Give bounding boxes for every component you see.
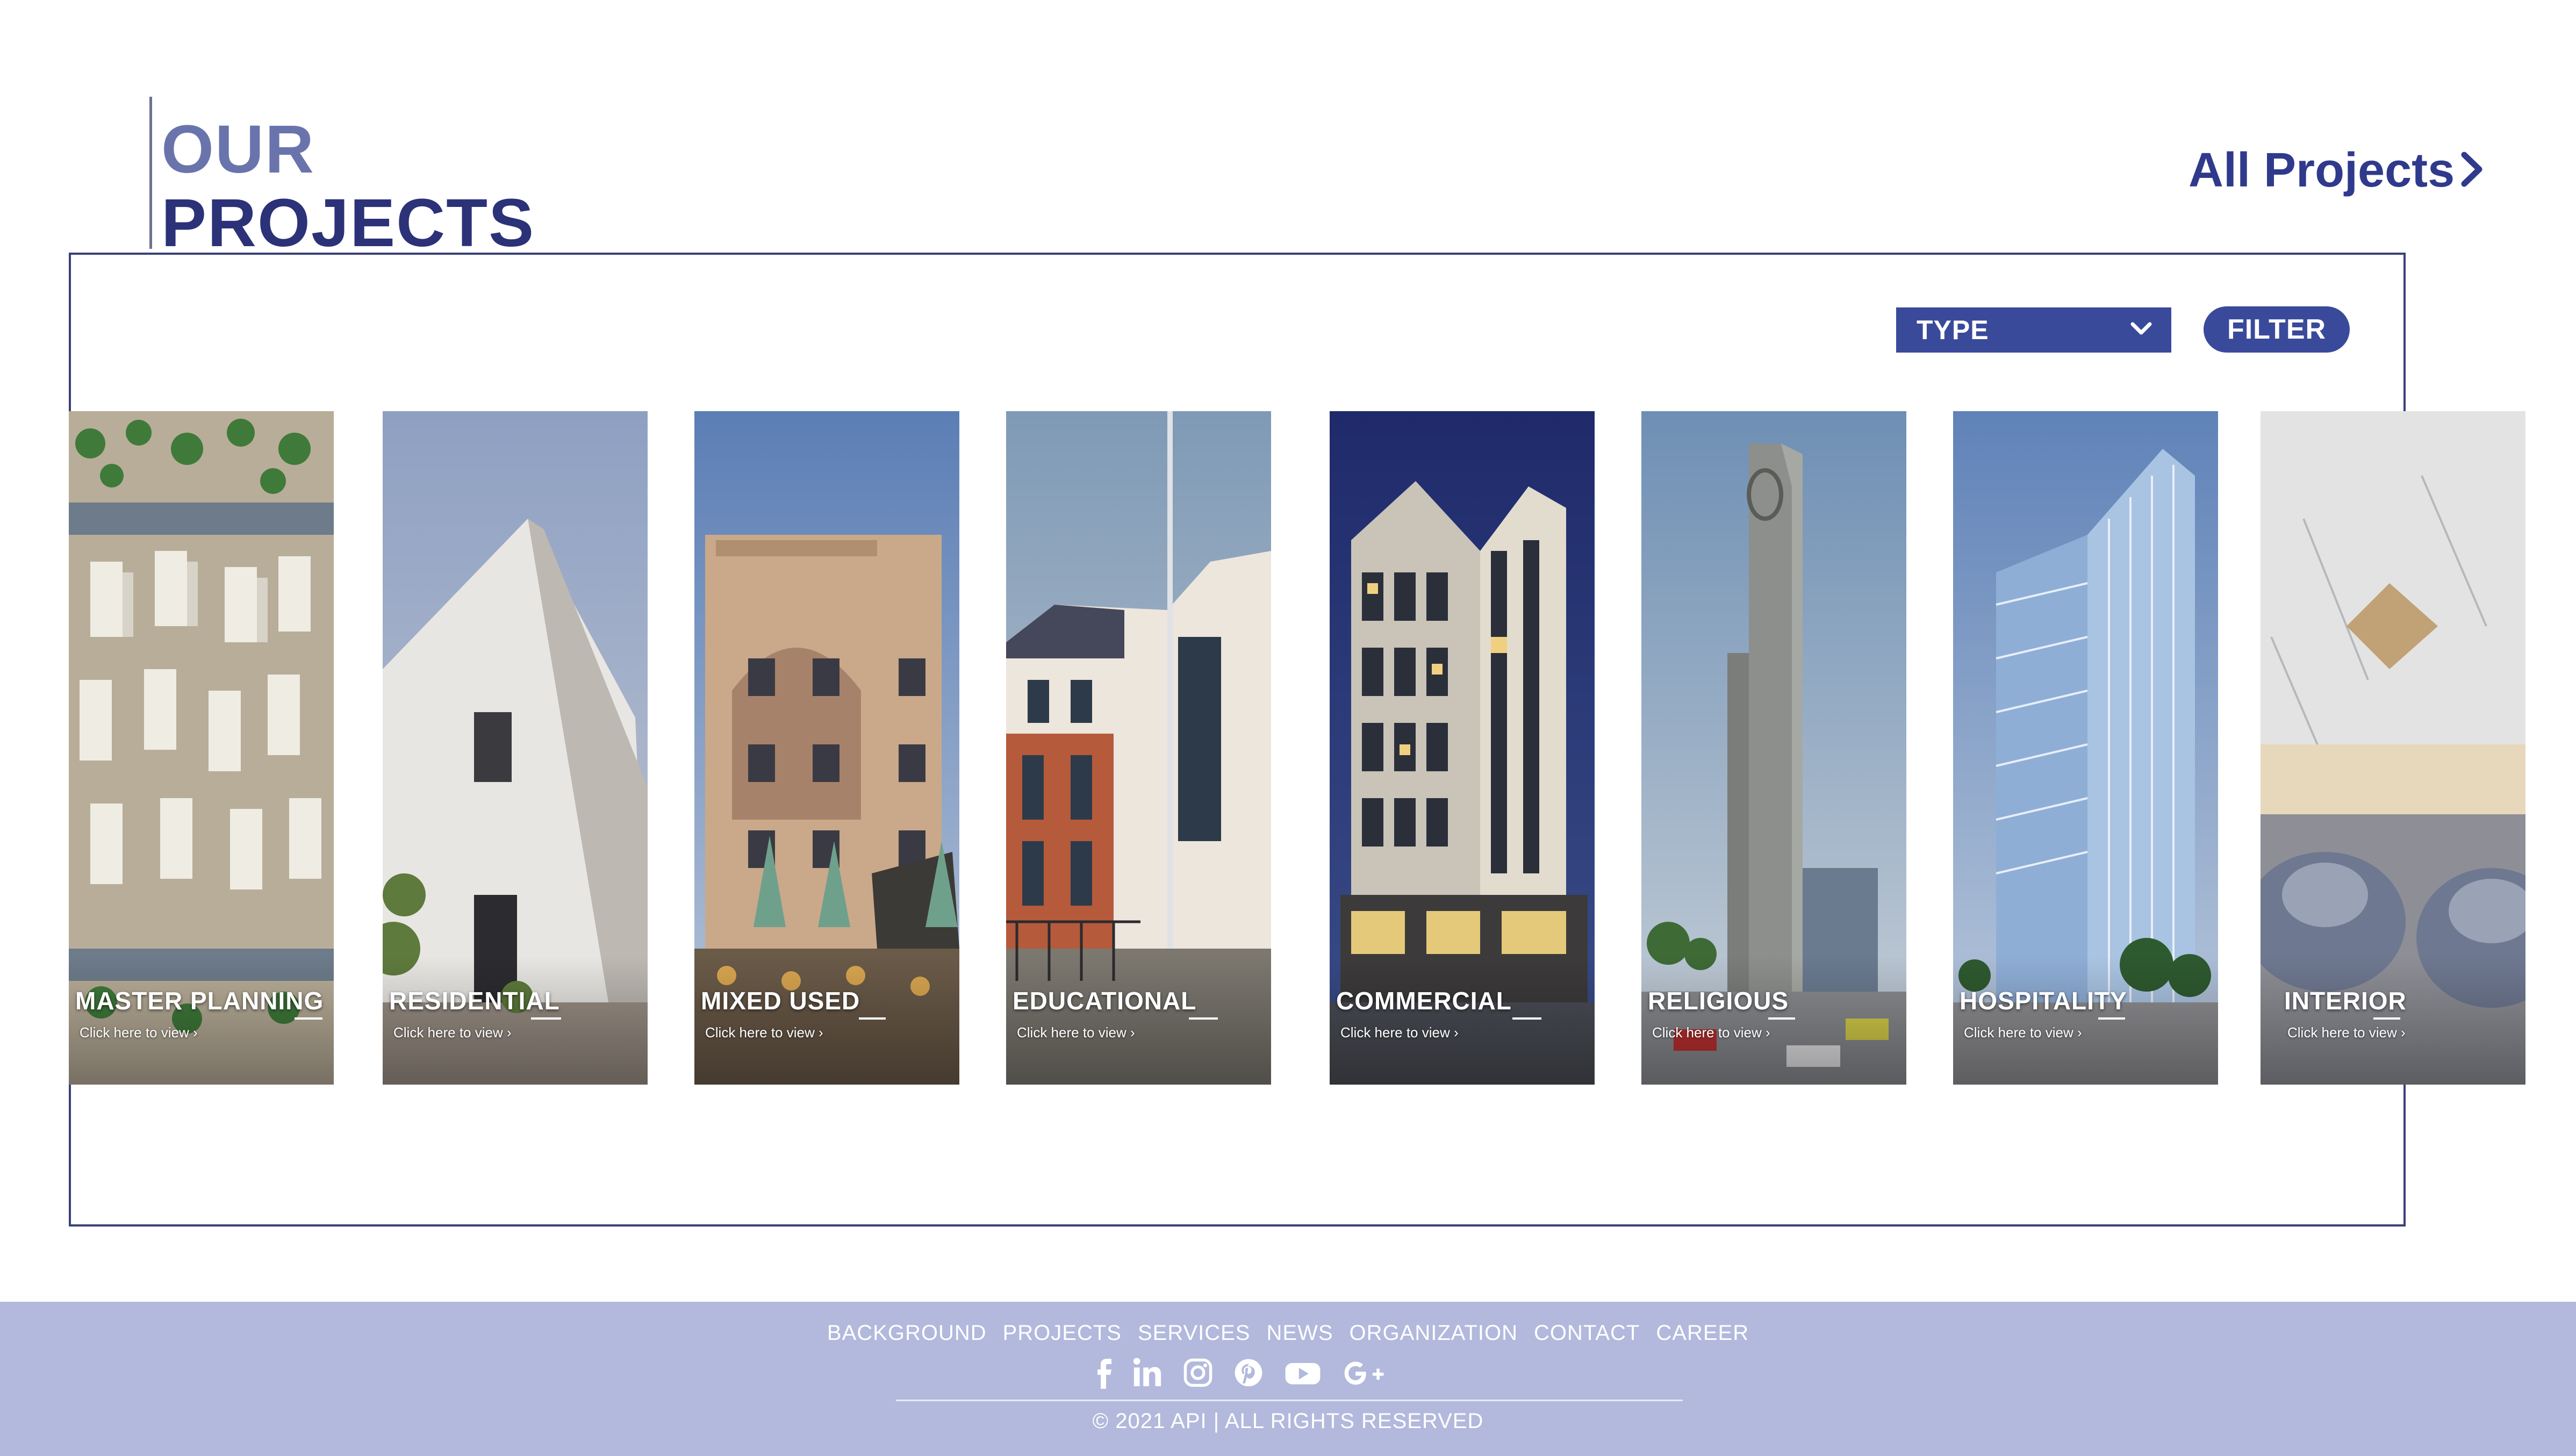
card-title-underline [859,1017,886,1020]
chevron-right-icon: › [189,1024,198,1041]
project-card-master-planning[interactable]: MASTER PLANNING Click here to view › [69,411,334,1085]
project-card-religious[interactable]: RELIGIOUS Click here to view › [1641,411,1906,1085]
chevron-right-icon: › [1450,1024,1459,1041]
filter-button[interactable]: FILTER [2204,306,2350,353]
project-card-mixed-used[interactable]: MIXED USED Click here to view › [694,411,959,1085]
project-card-residential[interactable]: RESIDENTIAL Click here to view › [383,411,648,1085]
footer-link-career[interactable]: CAREER [1656,1321,1749,1345]
card-title-underline [1189,1017,1218,1020]
project-card-hospitality[interactable]: HOSPITALITY Click here to view › [1953,411,2218,1085]
copyright-text: © 2021 API | ALL RIGHTS RESERVED [1092,1409,1484,1433]
card-title: COMMERCIAL [1336,987,1512,1015]
card-caption-shade [1641,956,1906,1085]
chevron-down-icon [2130,322,2152,339]
chevron-right-icon [2460,150,2484,191]
footer-link-contact[interactable]: CONTACT [1534,1321,1640,1345]
card-caption-shade [1953,956,2218,1085]
google-plus-icon[interactable] [1341,1355,1387,1390]
card-title-underline [2098,1017,2125,1020]
footer-link-projects[interactable]: PROJECTS [1003,1321,1122,1345]
card-link[interactable]: Click here to view › [2287,1024,2406,1041]
card-title: RELIGIOUS [1648,987,1789,1015]
card-caption-shade [1006,956,1271,1085]
social-links [1096,1355,1387,1390]
youtube-icon[interactable] [1283,1355,1322,1390]
footer-link-organization[interactable]: ORGANIZATION [1350,1321,1518,1345]
card-title-underline [531,1017,561,1020]
card-caption-shade [1330,956,1595,1085]
pinterest-icon[interactable] [1233,1355,1264,1390]
linkedin-icon[interactable] [1132,1355,1163,1390]
chevron-right-icon: › [1761,1024,1770,1041]
footer-link-news[interactable]: NEWS [1267,1321,1333,1345]
card-title: RESIDENTIAL [389,987,560,1015]
chevron-right-icon: › [2396,1024,2406,1041]
project-card-educational[interactable]: EDUCATIONAL Click here to view › [1006,411,1271,1085]
card-caption-shade [69,956,334,1085]
card-title: MIXED USED [701,987,860,1015]
card-title: MASTER PLANNING [75,987,324,1015]
footer-link-services[interactable]: SERVICES [1138,1321,1251,1345]
footer-link-background[interactable]: BACKGROUND [827,1321,987,1345]
page-title-line2: PROJECTS [161,185,535,261]
chevron-right-icon: › [1126,1024,1135,1041]
card-title: EDUCATIONAL [1013,987,1197,1015]
footer-divider [896,1400,1683,1401]
title-accent-bar [149,97,152,249]
site-footer: BACKGROUND PROJECTS SERVICES NEWS ORGANI… [0,1302,2576,1456]
all-projects-label: All Projects [2188,144,2455,197]
card-link[interactable]: Click here to view › [1340,1024,1459,1041]
chevron-right-icon: › [2073,1024,2082,1041]
card-link[interactable]: Click here to view › [1652,1024,1770,1041]
type-select-value: TYPE [1917,315,1989,345]
card-title: HOSPITALITY [1960,987,2127,1015]
card-link[interactable]: Click here to view › [393,1024,512,1041]
project-card-interior[interactable]: INTERIOR Click here to view › [2261,411,2525,1085]
card-title-underline [2373,1017,2400,1020]
card-link[interactable]: Click here to view › [1017,1024,1135,1041]
type-select[interactable]: TYPE [1896,307,2171,353]
card-link[interactable]: Click here to view › [80,1024,198,1041]
footer-nav: BACKGROUND PROJECTS SERVICES NEWS ORGANI… [0,1321,2576,1345]
card-caption-shade [2261,956,2525,1085]
card-caption-shade [694,956,959,1085]
card-link[interactable]: Click here to view › [705,1024,823,1041]
card-caption-shade [383,956,648,1085]
project-card-commercial[interactable]: COMMERCIAL Click here to view › [1330,411,1595,1085]
card-title: INTERIOR [2284,987,2407,1015]
page-title-line1: OUR [161,111,315,187]
card-title-underline [1768,1017,1795,1020]
card-title-underline [1512,1017,1541,1020]
instagram-icon[interactable] [1182,1355,1214,1390]
chevron-right-icon: › [503,1024,512,1041]
chevron-right-icon: › [814,1024,823,1041]
card-link[interactable]: Click here to view › [1964,1024,2082,1041]
all-projects-link[interactable]: All Projects [2188,141,2484,200]
facebook-icon[interactable] [1096,1355,1113,1390]
card-title-underline [295,1017,322,1020]
